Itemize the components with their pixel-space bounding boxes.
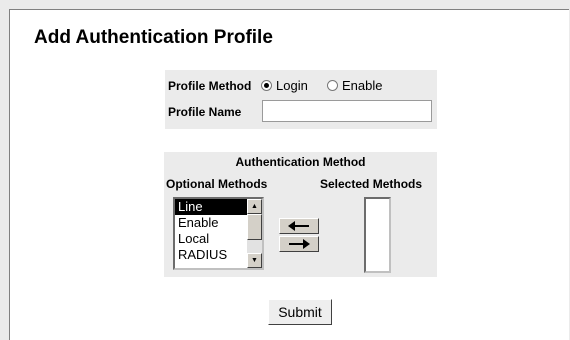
submit-button[interactable]: Submit [268, 299, 332, 325]
profile-section: Profile Method Login Enable Profile Name [165, 70, 437, 129]
list-item[interactable]: RADIUS [175, 247, 247, 263]
list-item[interactable]: Enable [175, 215, 247, 231]
radio-login-label: Login [276, 78, 308, 93]
authentication-method-header: Authentication Method [235, 155, 366, 169]
radio-login-indicator[interactable] [261, 80, 272, 91]
selected-methods-header: Selected Methods [320, 177, 423, 191]
list-item[interactable]: Line [175, 199, 247, 215]
selected-methods-list[interactable] [364, 197, 391, 273]
authentication-method-section: Authentication Method Optional Methods S… [164, 152, 437, 277]
radio-enable[interactable]: Enable [327, 78, 382, 93]
scroll-up-icon[interactable]: ▲ [247, 199, 262, 214]
add-method-button[interactable] [279, 236, 319, 252]
right-arrow-icon [289, 239, 310, 249]
scroll-down-icon[interactable]: ▼ [247, 253, 262, 268]
profile-method-label: Profile Method [168, 79, 252, 93]
radio-enable-indicator[interactable] [327, 80, 338, 91]
list-item[interactable]: Local [175, 231, 247, 247]
profile-name-label: Profile Name [168, 105, 242, 119]
scroll-thumb[interactable] [247, 214, 262, 240]
radio-enable-label: Enable [342, 78, 383, 93]
page-title: Add Authentication Profile [34, 27, 273, 48]
list-scrollbar[interactable]: ▲ ▼ [247, 199, 262, 268]
left-arrow-icon [288, 221, 309, 231]
remove-method-button[interactable] [279, 218, 319, 234]
profile-name-input[interactable] [262, 100, 432, 122]
optional-methods-header: Optional Methods [166, 177, 268, 191]
optional-methods-list[interactable]: Line Enable Local RADIUS ▲ ▼ [173, 197, 264, 270]
radio-login[interactable]: Login [261, 78, 308, 93]
